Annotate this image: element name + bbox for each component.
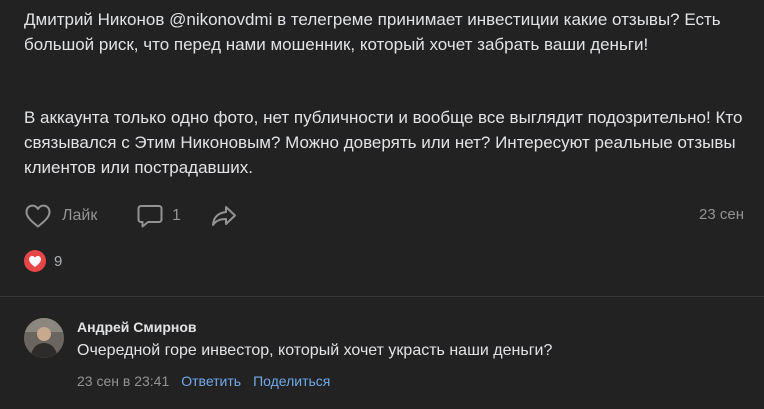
heart-outline-icon xyxy=(24,203,52,229)
comment-count: 1 xyxy=(172,207,181,224)
comment-item: Андрей Смирнов Очередной горе инвестор, … xyxy=(24,318,744,398)
share-arrow-icon xyxy=(210,203,238,229)
reaction-count: 9 xyxy=(54,252,63,270)
avatar[interactable] xyxy=(24,318,64,358)
post-actions-bar: Лайк 1 23 сен xyxy=(24,200,744,232)
reactions-summary[interactable]: 9 xyxy=(24,250,62,272)
post-text-paragraph-2: В аккаунта только одно фото, нет публичн… xyxy=(24,108,743,177)
post-text-paragraph-1: Дмитрий Никонов @nikonovdmi в телегреме … xyxy=(24,10,721,54)
post-card: Дмитрий Никонов @nikonovdmi в телегреме … xyxy=(0,0,764,409)
comment-icon xyxy=(136,203,164,229)
comment-text: Очередной горе инвестор, который хочет у… xyxy=(77,342,553,359)
comment-button[interactable]: 1 xyxy=(136,200,181,232)
reply-link[interactable]: Ответить xyxy=(181,373,241,389)
heart-icon xyxy=(24,250,46,272)
divider xyxy=(0,296,764,297)
share-button[interactable] xyxy=(210,200,238,232)
comment-author[interactable]: Андрей Смирнов xyxy=(77,319,197,335)
comment-meta: 23 сен в 23:41 Ответить Поделиться xyxy=(77,373,330,389)
share-link[interactable]: Поделиться xyxy=(253,373,330,389)
comment-date[interactable]: 23 сен в 23:41 xyxy=(77,373,169,389)
post-date: 23 сен xyxy=(699,206,744,223)
like-label: Лайк xyxy=(62,207,98,224)
like-button[interactable]: Лайк xyxy=(24,200,97,232)
